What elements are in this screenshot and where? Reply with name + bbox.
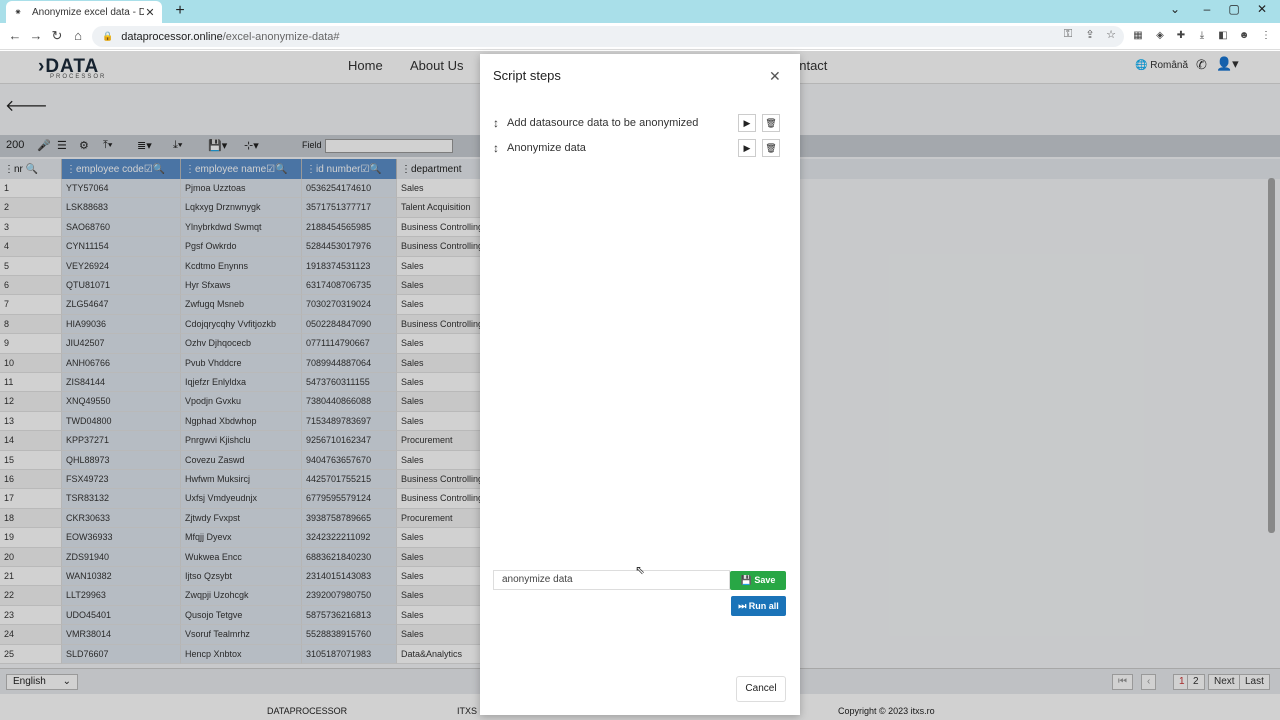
save-button[interactable]: 💾 Save <box>730 571 786 590</box>
reload-icon[interactable]: ↻ <box>48 27 66 45</box>
tab-search-icon[interactable]: ⌄ <box>1165 2 1185 16</box>
browser-tabbar: ⁕ Anonymize excel data - DataPro ✕ + ⌄ –… <box>0 0 1280 23</box>
cancel-button[interactable]: Cancel <box>736 676 786 702</box>
new-tab-icon[interactable]: + <box>170 2 190 20</box>
favicon-icon: ⁕ <box>14 6 22 17</box>
close-window-icon[interactable]: ✕ <box>1252 2 1272 16</box>
browser-tab[interactable]: ⁕ Anonymize excel data - DataPro ✕ <box>6 1 162 23</box>
run-all-label: Run all <box>748 601 779 611</box>
delete-step-button[interactable]: 🗑 <box>762 114 780 132</box>
lock-icon: 🔒 <box>102 31 114 41</box>
profile-avatar-icon[interactable]: ☻ <box>1237 29 1251 43</box>
script-step[interactable]: ↕ Anonymize data ▶ 🗑 <box>493 139 783 159</box>
modal-title: Script steps <box>493 68 561 83</box>
step-label: Anonymize data <box>507 142 586 154</box>
drag-handle-icon[interactable]: ↕ <box>493 116 499 130</box>
url-input[interactable]: 🔒 dataprocessor.online/excel-anonymize-d… <box>92 26 1124 47</box>
side-panel-icon[interactable]: ◧ <box>1216 29 1230 43</box>
step-label: Add datasource data to be anonymized <box>507 117 699 129</box>
extension-icon[interactable]: ◈ <box>1153 29 1167 43</box>
mouse-cursor-icon: ⇖ <box>635 563 646 577</box>
bookmark-star-icon[interactable]: ☆ <box>1103 28 1119 41</box>
script-steps-modal: Script steps ✕ ↕ Add datasource data to … <box>480 54 800 715</box>
back-icon[interactable]: ← <box>6 27 24 45</box>
run-step-button[interactable]: ▶ <box>738 114 756 132</box>
close-icon[interactable]: ✕ <box>769 68 781 85</box>
key-icon[interactable]: ⚿ <box>1060 28 1076 41</box>
script-step[interactable]: ↕ Add datasource data to be anonymized ▶… <box>493 114 783 134</box>
url-host: dataprocessor.online <box>121 30 223 43</box>
share-icon[interactable]: ⇪ <box>1082 28 1098 41</box>
delete-step-button[interactable]: 🗑 <box>762 139 780 157</box>
address-bar: ← → ↻ ⌂ 🔒 dataprocessor.online/excel-ano… <box>0 23 1280 50</box>
close-tab-icon[interactable]: ✕ <box>144 6 156 19</box>
extension-icon[interactable]: ▦ <box>1131 29 1145 43</box>
script-name-input[interactable]: anonymize data <box>493 570 730 590</box>
minimize-icon[interactable]: – <box>1197 2 1217 16</box>
maximize-icon[interactable]: ▢ <box>1224 2 1244 16</box>
forward-icon[interactable]: → <box>27 27 45 45</box>
scrollbar[interactable] <box>1268 178 1275 533</box>
puzzle-icon[interactable]: ✚ <box>1174 29 1188 43</box>
run-all-button[interactable]: ⏭ Run all <box>731 596 786 616</box>
download-icon[interactable]: ⤓ <box>1195 29 1209 43</box>
drag-handle-icon[interactable]: ↕ <box>493 141 499 155</box>
url-path: /excel-anonymize-data# <box>222 30 340 43</box>
save-label: Save <box>754 575 776 585</box>
run-step-button[interactable]: ▶ <box>738 139 756 157</box>
home-icon[interactable]: ⌂ <box>69 27 87 45</box>
tab-title: Anonymize excel data - DataPro <box>32 6 144 18</box>
menu-kebab-icon[interactable]: ⋮ <box>1259 29 1273 43</box>
